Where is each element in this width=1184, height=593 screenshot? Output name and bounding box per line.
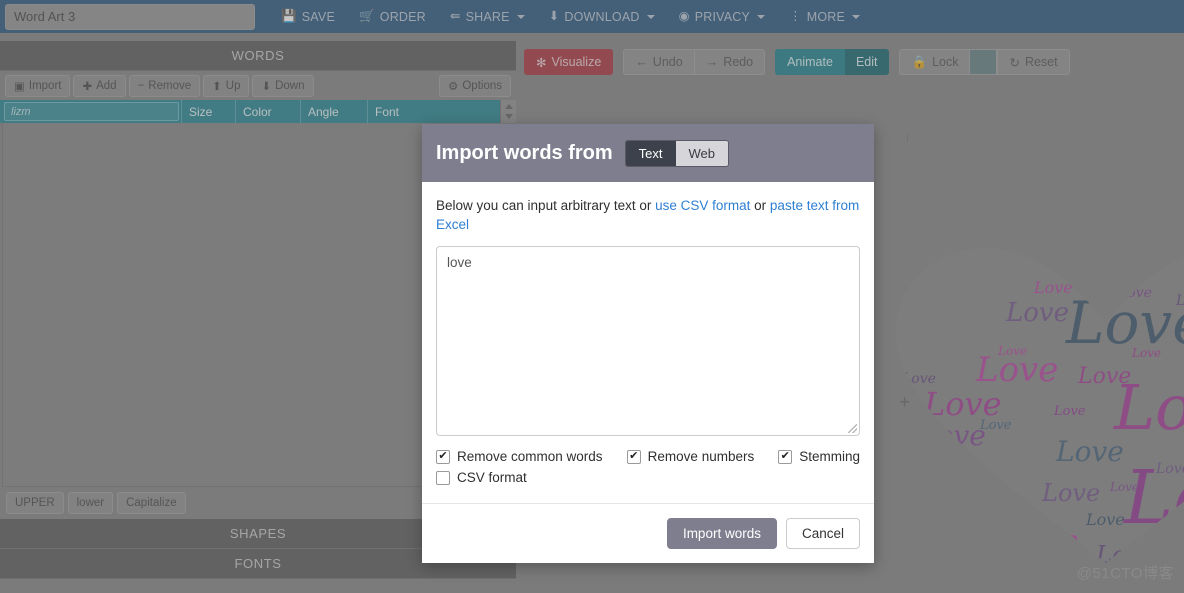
dialog-title: Import words from [436,141,613,164]
description-mid: or [750,198,770,213]
checkbox-stemming[interactable]: ✔ [778,449,793,464]
description-prefix: Below you can input arbitrary text or [436,198,656,213]
resize-handle-icon[interactable] [848,424,857,434]
option-remove-common-words-label: Remove common words [457,449,603,465]
use-csv-format-link[interactable]: use CSV format [655,198,750,213]
option-csv-format[interactable]: ✖ CSV format [436,470,631,485]
option-remove-numbers-label: Remove numbers [647,449,755,465]
import-options: ✔ Remove common words ✔ Remove numbers ✔… [436,449,860,485]
option-remove-common-words[interactable]: ✔ Remove common words [436,449,627,464]
source-toggle: Text Web [624,139,730,167]
tab-text[interactable]: Text [625,140,676,166]
dialog-header: Import words from Text Web [422,124,874,182]
import-words-dialog: Import words from Text Web Below you can… [422,124,874,564]
option-csv-format-label: CSV format [457,470,527,486]
words-textarea[interactable]: love [436,246,860,437]
import-words-button[interactable]: Import words [666,518,777,550]
dialog-body: Below you can input arbitrary text or us… [422,182,874,489]
checkbox-remove-numbers[interactable]: ✔ [626,449,641,464]
cancel-button[interactable]: Cancel [785,518,860,550]
tab-web[interactable]: Web [675,140,729,166]
word-art-app: Word Art 3 💾 SAVE 🛒 ORDER ⇚ SHARE ⬇ DOWN… [0,0,1184,593]
checkbox-csv-format[interactable]: ✖ [436,470,450,485]
option-remove-numbers[interactable]: ✔ Remove numbers [626,449,779,465]
option-stemming-label: Stemming [799,449,860,465]
words-textarea-value: love [447,255,472,271]
options-row-2: ✖ CSV format [436,470,860,485]
dialog-description: Below you can input arbitrary text or us… [436,196,860,234]
option-stemming[interactable]: ✔ Stemming [778,449,860,464]
dialog-footer: Import words Cancel [422,503,874,563]
options-row-1: ✔ Remove common words ✔ Remove numbers ✔… [436,449,860,464]
checkbox-remove-common-words[interactable]: ✔ [436,449,450,464]
